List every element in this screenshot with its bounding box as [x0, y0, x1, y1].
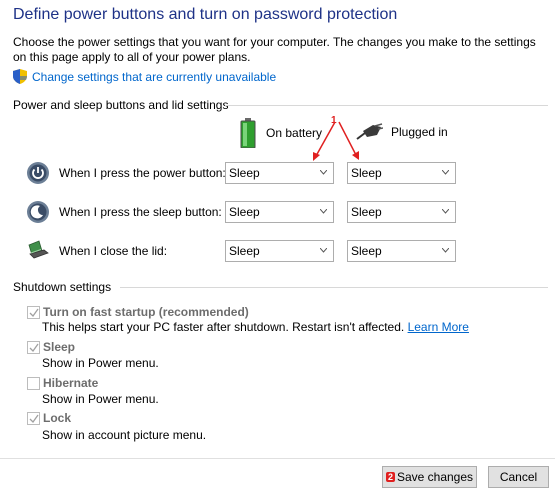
- sleep-button-plugged-value: Sleep: [351, 205, 382, 219]
- power-group-title: Power and sleep buttons and lid settings: [13, 98, 229, 112]
- fast-startup-checkbox[interactable]: [27, 305, 40, 319]
- sleep-button-icon: [27, 201, 49, 223]
- sleep-description: Show in Power menu.: [42, 356, 159, 370]
- sleep-button-battery-select[interactable]: Sleep: [225, 201, 334, 223]
- page-description: Choose the power settings that you want …: [13, 35, 536, 64]
- annotation-2: 2: [385, 472, 395, 482]
- chevron-down-icon: [320, 209, 327, 214]
- uac-shield-icon: [13, 69, 27, 84]
- fast-startup-label: Turn on fast startup (recommended): [43, 305, 249, 319]
- power-button-label: When I press the power button:: [59, 166, 226, 180]
- lid-plugged-value: Sleep: [351, 244, 382, 258]
- lid-battery-select[interactable]: Sleep: [225, 240, 334, 262]
- change-settings-link[interactable]: Change settings that are currently unava…: [13, 69, 276, 84]
- page-title: Define power buttons and turn on passwor…: [13, 6, 398, 23]
- hibernate-checkbox[interactable]: [27, 376, 40, 390]
- lock-description: Show in account picture menu.: [42, 428, 207, 442]
- lid-plugged-select[interactable]: Sleep: [347, 240, 456, 262]
- sleep-checkbox-label: Sleep: [43, 340, 76, 354]
- laptop-lid-icon: [28, 240, 49, 259]
- fast-startup-desc-text: This helps start your PC faster after sh…: [42, 320, 405, 334]
- sleep-button-battery-value: Sleep: [229, 205, 260, 219]
- chevron-down-icon: [442, 170, 449, 175]
- sleep-button-row-label: When I press the sleep button:: [26, 200, 222, 224]
- power-button-battery-select[interactable]: Sleep: [225, 162, 334, 184]
- chevron-down-icon: [320, 248, 327, 253]
- fast-startup-description: This helps start your PC faster after sh…: [42, 320, 469, 334]
- plugged-column-label: Plugged in: [391, 125, 448, 139]
- lock-checkbox[interactable]: [27, 411, 40, 425]
- sleep-checkbox[interactable]: [27, 340, 40, 354]
- chevron-down-icon: [442, 209, 449, 214]
- checkmark-icon: [29, 308, 39, 317]
- change-settings-link-label: Change settings that are currently unava…: [32, 69, 277, 84]
- lid-label: When I close the lid:: [59, 244, 168, 258]
- shutdown-group-title: Shutdown settings: [13, 280, 112, 294]
- power-button-row-label: When I press the power button:: [26, 161, 226, 185]
- power-button-battery-value: Sleep: [229, 166, 260, 180]
- sleep-checkbox-row[interactable]: Sleep: [27, 340, 75, 354]
- chevron-down-icon: [442, 248, 449, 253]
- lid-row-label: When I close the lid:: [26, 239, 167, 263]
- sleep-button-label: When I press the sleep button:: [59, 205, 222, 219]
- hibernate-checkbox-label: Hibernate: [43, 376, 99, 390]
- fast-startup-checkbox-row[interactable]: Turn on fast startup (recommended): [27, 305, 249, 319]
- footer-divider: [0, 458, 555, 459]
- arrow-to-plugged: [338, 121, 357, 156]
- checkmark-icon: [29, 414, 39, 423]
- sleep-button-plugged-select[interactable]: Sleep: [347, 201, 456, 223]
- lock-checkbox-label: Lock: [43, 411, 72, 425]
- power-button-plugged-select[interactable]: Sleep: [347, 162, 456, 184]
- hibernate-description: Show in Power menu.: [42, 392, 159, 406]
- power-button-icon: [27, 162, 49, 184]
- power-button-plugged-value: Sleep: [351, 166, 382, 180]
- cancel-button[interactable]: Cancel: [488, 466, 549, 488]
- lock-checkbox-row[interactable]: Lock: [27, 411, 71, 425]
- save-changes-label: Save changes: [396, 470, 474, 484]
- power-group-divider: [225, 105, 548, 106]
- learn-more-link[interactable]: Learn More: [408, 320, 469, 334]
- chevron-down-icon: [320, 170, 327, 175]
- arrow-to-battery: [315, 121, 336, 157]
- annotation-1: 1: [331, 115, 337, 126]
- shutdown-group-divider: [120, 287, 548, 288]
- lid-battery-value: Sleep: [229, 244, 260, 258]
- checkmark-icon: [29, 343, 39, 352]
- save-changes-button[interactable]: 2 Save changes: [382, 466, 477, 488]
- cancel-label: Cancel: [499, 470, 538, 484]
- hibernate-checkbox-row[interactable]: Hibernate: [27, 376, 98, 390]
- battery-icon: [240, 118, 256, 148]
